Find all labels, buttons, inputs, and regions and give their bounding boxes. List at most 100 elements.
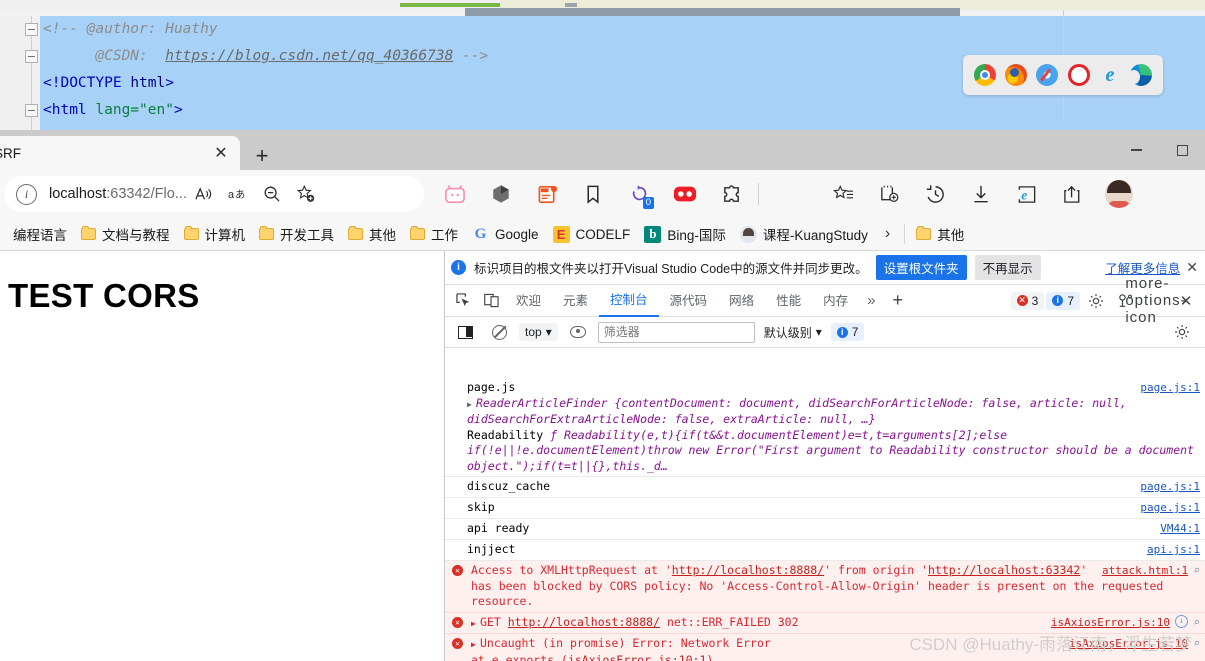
tab-elements[interactable]: 元素 [552,286,599,316]
profile-avatar[interactable] [1096,176,1142,212]
add-tab-button[interactable]: + [883,290,912,311]
source-location-link[interactable]: page.js:1 [1140,479,1200,495]
collections-icon[interactable] [866,176,912,212]
opera-icon[interactable] [1068,64,1090,86]
close-icon[interactable]: ✕ [1186,259,1198,276]
console-info-badge[interactable]: i 7 [831,323,865,341]
ide-horizontal-scrollbar[interactable] [465,8,960,16]
translate-counter-icon[interactable]: 0 [616,176,662,212]
chrome-icon[interactable] [974,64,996,86]
bookmark-item[interactable]: ECODELF [546,221,638,247]
console-error-message[interactable]: ✕Access to XMLHttpRequest at 'http://loc… [445,561,1205,613]
favorites-icon[interactable] [820,176,866,212]
internet-explorer-icon[interactable]: e [1099,64,1121,86]
search-icon[interactable]: ⌕ [1193,563,1200,579]
translate-icon[interactable]: aあ [221,177,255,211]
bookmark-item[interactable]: 计算机 [177,221,253,247]
source-location-link[interactable]: VM44:1 [1160,521,1200,537]
source-location-link[interactable]: attack.html:1 [1102,563,1188,579]
tab-memory[interactable]: 内存 [812,286,859,316]
issue-icon[interactable]: ↓ [1175,615,1188,628]
editor-gutter[interactable] [0,16,41,130]
bookmark-item[interactable]: 开发工具 [252,221,341,247]
source-location-link[interactable]: api.js:1 [1147,542,1200,558]
minimize-button[interactable] [1113,130,1159,170]
bilibili-extension-icon[interactable] [432,176,478,212]
expand-arrow-icon[interactable]: ▶ [467,397,476,413]
filter-input[interactable] [598,322,755,343]
more-tabs-icon[interactable]: » [859,292,883,309]
read-aloud-icon[interactable] [187,177,221,211]
search-icon[interactable]: ⌕ [1193,615,1200,631]
firefox-icon[interactable] [1005,64,1027,86]
execution-context-select[interactable]: top ▾ [519,323,558,341]
source-location-link[interactable]: page.js:1 [1140,500,1200,516]
close-icon[interactable]: ✕ [207,139,235,167]
safari-icon[interactable] [1036,64,1058,86]
tab-sources[interactable]: 源代码 [659,286,719,316]
close-devtools-icon[interactable]: ✕ [1172,288,1200,314]
info-count-badge[interactable]: i 7 [1046,292,1080,310]
bookmark-item[interactable]: 工作 [403,221,465,247]
set-root-folder-button[interactable]: 设置根文件夹 [876,255,967,280]
grey-hex-extension-icon[interactable] [478,176,524,212]
downloads-icon[interactable] [958,176,1004,212]
source-link[interactable]: http://localhost:8888/ [508,615,660,629]
console-message-list[interactable]: page.js▶ReaderArticleFinder {contentDocu… [445,378,1205,661]
source-link[interactable]: http://localhost:63342 [928,563,1080,577]
new-tab-button[interactable]: + [248,142,276,170]
source-location-link[interactable]: page.js:1 [1140,380,1200,396]
console-log-message[interactable]: skippage.js:1 [445,498,1205,519]
source-link[interactable]: http://localhost:8888/ [672,563,824,577]
console-sidebar-icon[interactable] [451,319,479,345]
console-error-message[interactable]: ✕▶Uncaught (in promise) Error: Network E… [445,634,1205,661]
console-error-message[interactable]: ✕▶GET http://localhost:8888/ net::ERR_FA… [445,613,1205,635]
address-bar[interactable]: i localhost:63342/Flo... aあ [4,176,424,212]
bookmark-item[interactable]: 文档与教程 [74,221,177,247]
bookmark-item[interactable]: 编程语言 [6,221,74,247]
device-toolbar-icon[interactable] [477,288,505,314]
log-level-select[interactable]: 默认级别 ▾ [761,322,825,343]
zoom-out-icon[interactable] [255,177,289,211]
tab-network[interactable]: 网络 [718,286,765,316]
bookmarks-overflow-icon[interactable]: › [875,225,900,243]
open-in-browser-popup[interactable]: e [963,55,1163,95]
puzzle-extension-icon[interactable] [708,176,754,212]
tab-console[interactable]: 控制台 [599,285,659,317]
source-location-link[interactable]: isAxiosError.js:10 [1051,615,1170,631]
source-location-link[interactable]: isAxiosError.js:10 [1069,636,1188,652]
console-log-message[interactable]: api readyVM44:1 [445,519,1205,540]
bookmark-item[interactable]: GGoogle [465,221,546,247]
edge-icon[interactable] [1130,64,1152,86]
search-icon[interactable]: ⌕ [1193,636,1200,652]
settings-gear-icon[interactable] [1082,288,1110,314]
live-expression-icon[interactable] [564,319,592,345]
ie-mode-icon[interactable]: e [1004,176,1050,212]
browser-tab[interactable]: SRF ✕ [0,136,240,170]
fold-marker-2[interactable] [25,50,38,63]
fold-marker-1[interactable] [25,23,38,36]
expand-arrow-icon[interactable]: ▶ [471,637,480,653]
clear-console-icon[interactable] [485,319,513,345]
inspect-element-icon[interactable] [449,288,477,314]
more-options-icon[interactable]: more-options-icon [1142,288,1170,314]
bookmark-icon[interactable] [570,176,616,212]
red-extension-icon[interactable] [662,176,708,212]
share-icon[interactable] [1050,176,1096,212]
site-info-icon[interactable]: i [16,184,37,205]
add-favorite-icon[interactable] [289,177,323,211]
bookmark-item[interactable]: 课程-KuangStudy [733,221,875,247]
console-log-message[interactable]: page.js▶ReaderArticleFinder {contentDocu… [445,378,1205,477]
maximize-button[interactable] [1159,130,1205,170]
error-count-badge[interactable]: ✕ 3 [1011,292,1045,310]
bookmark-item[interactable]: 其他 [341,221,403,247]
bookmark-item[interactable]: bBing-国际 [637,221,733,247]
expand-arrow-icon[interactable]: ▶ [471,616,480,632]
tab-performance[interactable]: 性能 [765,286,812,316]
fold-marker-3[interactable] [25,104,38,117]
console-log-message[interactable]: discuz_cachepage.js:1 [445,477,1205,498]
dont-show-again-button[interactable]: 不再显示 [975,255,1041,280]
history-icon[interactable] [912,176,958,212]
bookmark-item[interactable]: 其他 [909,221,971,247]
console-settings-icon[interactable] [1168,319,1200,345]
